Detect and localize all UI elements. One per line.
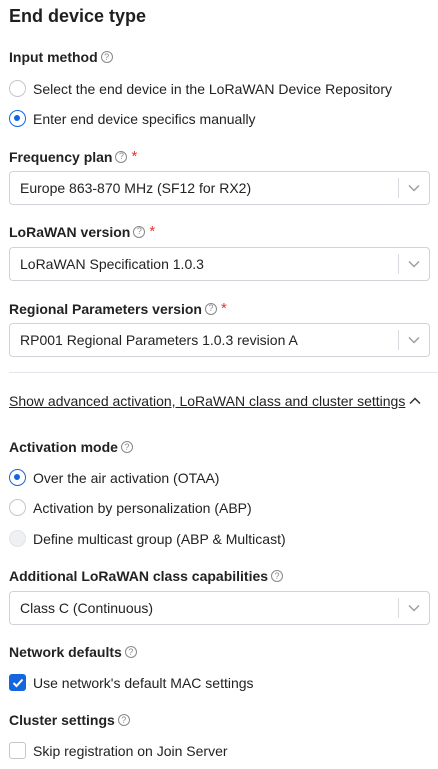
chevron-down-icon[interactable] [399,184,429,192]
checkbox-label: Skip registration on Join Server [33,742,228,759]
class-capabilities-label: Additional LoRaWAN class capabilities ? [9,568,284,584]
advanced-settings-toggle[interactable]: Show advanced activation, LoRaWAN class … [9,393,421,409]
input-method-label: Input method ? [9,49,113,65]
class-capabilities-select[interactable]: Class C (Continuous) [9,591,430,625]
input-method-label-text: Input method [9,49,98,65]
regional-parameters-value: RP001 Regional Parameters 1.0.3 revision… [20,332,298,348]
cluster-settings-label: Cluster settings ? [9,712,130,728]
radio-manual-entry[interactable]: Enter end device specifics manually [9,110,256,127]
required-marker: * [149,223,156,240]
radio-label: Over the air activation (OTAA) [33,469,220,486]
lorawan-version-label: LoRaWAN version ? * [9,223,155,240]
lorawan-version-label-text: LoRaWAN version [9,223,131,240]
radio-multicast: Define multicast group (ABP & Multicast) [9,530,286,547]
chevron-down-icon[interactable] [399,260,429,268]
radio-label: Activation by personalization (ABP) [33,499,252,516]
radio-otaa[interactable]: Over the air activation (OTAA) [9,469,219,486]
network-defaults-checkbox-row[interactable]: Use network's default MAC settings [9,674,254,691]
frequency-plan-label: Frequency plan ? * [9,148,137,165]
regional-parameters-select[interactable]: RP001 Regional Parameters 1.0.3 revision… [9,323,430,357]
frequency-plan-value: Europe 863-870 MHz (SF12 for RX2) [20,180,252,196]
checkbox[interactable] [9,742,26,759]
network-defaults-label: Network defaults ? [9,644,137,660]
chevron-down-icon[interactable] [399,336,429,344]
radio-button-disabled [9,530,26,547]
checkmark-icon [12,678,23,687]
radio-button[interactable] [9,499,26,516]
advanced-settings-link-text[interactable]: Show advanced activation, LoRaWAN class … [9,393,405,409]
activation-mode-label-text: Activation mode [9,439,118,455]
help-icon[interactable]: ? [117,714,130,726]
class-capabilities-label-text: Additional LoRaWAN class capabilities [9,568,269,584]
frequency-plan-label-text: Frequency plan [9,148,113,165]
radio-device-repository[interactable]: Select the end device in the LoRaWAN Dev… [9,80,392,97]
network-defaults-label-text: Network defaults [9,644,122,660]
help-icon[interactable]: ? [100,51,113,63]
help-icon[interactable]: ? [120,441,133,453]
chevron-down-icon[interactable] [399,604,429,612]
radio-button-checked[interactable] [9,469,26,486]
radio-button[interactable] [9,80,26,97]
help-icon[interactable]: ? [115,150,128,163]
lorawan-version-select[interactable]: LoRaWAN Specification 1.0.3 [9,247,430,281]
help-icon[interactable]: ? [271,570,284,582]
regional-parameters-label: Regional Parameters version ? * [9,300,227,317]
help-icon[interactable]: ? [124,646,137,658]
activation-mode-label: Activation mode ? [9,439,133,455]
radio-label: Define multicast group (ABP & Multicast) [33,530,286,547]
radio-label: Select the end device in the LoRaWAN Dev… [33,80,392,97]
required-marker: * [220,300,227,317]
radio-button-checked[interactable] [9,110,26,127]
radio-abp[interactable]: Activation by personalization (ABP) [9,499,252,516]
checkbox-label: Use network's default MAC settings [33,674,254,691]
cluster-settings-label-text: Cluster settings [9,712,115,728]
help-icon[interactable]: ? [133,225,146,238]
frequency-plan-select[interactable]: Europe 863-870 MHz (SF12 for RX2) [9,171,430,205]
cluster-settings-checkbox-row[interactable]: Skip registration on Join Server [9,742,228,759]
radio-label: Enter end device specifics manually [33,110,256,127]
regional-parameters-label-text: Regional Parameters version [9,300,202,317]
section-divider [9,372,438,373]
chevron-up-icon[interactable] [409,397,421,405]
lorawan-version-value: LoRaWAN Specification 1.0.3 [20,256,204,272]
section-title: End device type [9,6,147,26]
checkbox-checked[interactable] [9,674,26,691]
required-marker: * [131,148,138,165]
class-capabilities-value: Class C (Continuous) [20,600,154,616]
help-icon[interactable]: ? [204,302,217,315]
